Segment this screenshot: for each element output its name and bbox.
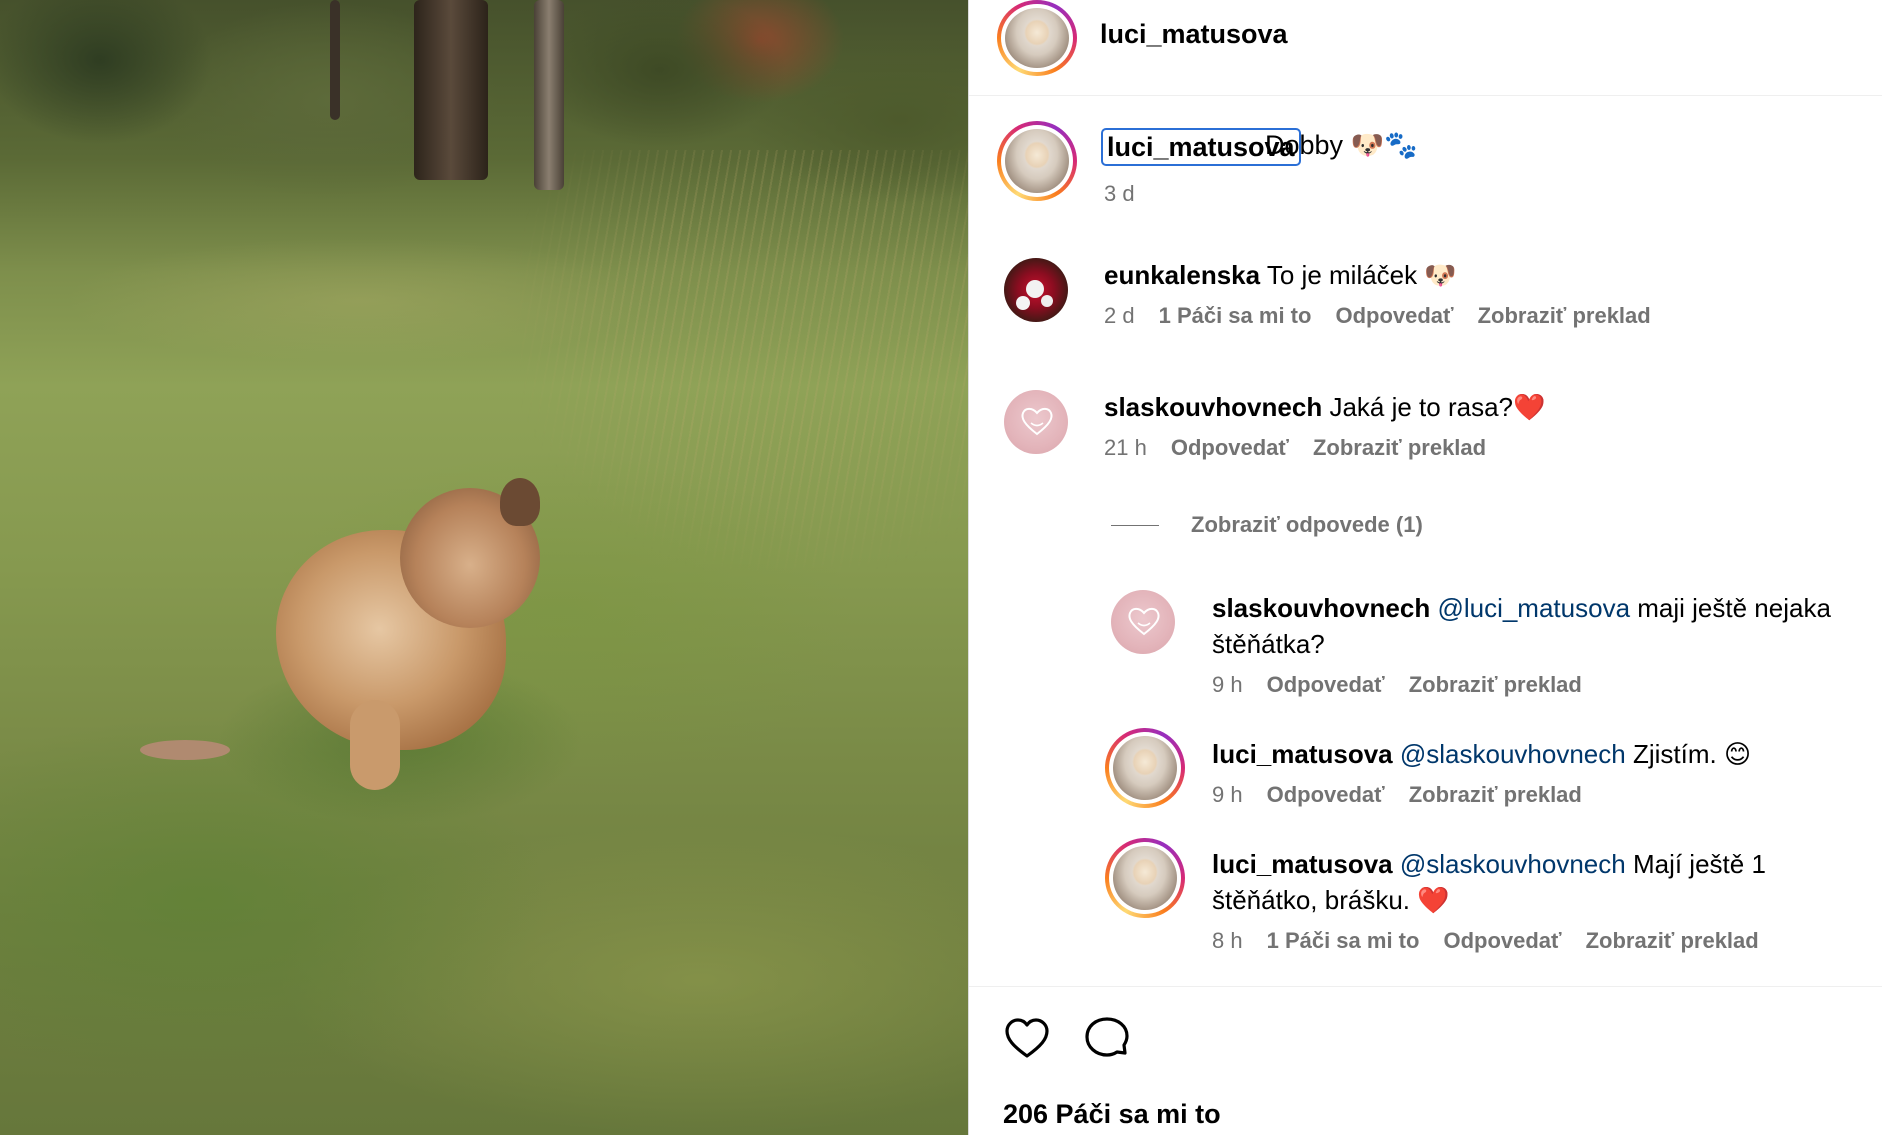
reply-text-line2: štěňátka? [1212,629,1325,659]
reply-text-line2: štěňátko, brášku. ❤️ [1212,885,1450,915]
view-replies-label: Zobraziť odpovede (1) [1191,512,1423,537]
reply-age: 8 h [1212,928,1243,953]
heart-doodle-icon [1021,407,1053,436]
reply-button[interactable]: Odpovedať [1267,672,1385,698]
photo-mushroom [140,740,230,760]
reply-text: maji ještě nejaka [1637,593,1831,623]
reply-mention[interactable]: @slaskouvhovnech [1400,849,1626,879]
photo-puppy-ear [500,478,540,526]
translate-button[interactable]: Zobraziť preklad [1409,782,1582,808]
reply-likes[interactable]: 1 Páči sa mi to [1267,928,1420,954]
photo-trunk [414,0,488,180]
view-replies-toggle[interactable]: Zobraziť odpovede (1) [1111,512,1423,538]
photo-trunk [330,0,340,120]
photo-trunk [534,0,564,190]
reply-avatar[interactable] [1105,838,1185,918]
translate-button[interactable]: Zobraziť preklad [1478,303,1651,329]
author-username[interactable]: luci_matusova [1100,19,1288,50]
reply-avatar[interactable] [1105,728,1185,808]
replies-line [1111,524,1159,526]
reply-avatar[interactable] [1111,590,1175,654]
reply-username[interactable]: luci_matusova [1212,739,1393,769]
reply: luci_matusova @slaskouvhovnech Zjistím. … [1212,736,1872,808]
comment: eunkalenska To je miláček 🐶 2 d 1 Páči s… [1104,257,1651,329]
comment-username[interactable]: slaskouvhovnech [1104,392,1322,422]
comment-text: To je miláček 🐶 [1266,260,1457,290]
comment-likes[interactable]: 1 Páči sa mi to [1159,303,1312,329]
translate-button[interactable]: Zobraziť preklad [1409,672,1582,698]
post-actions-bar: 206 Páči sa mi to [969,986,1882,1135]
reply-text: Zjistím. 😊 [1632,739,1752,769]
translate-button[interactable]: Zobraziť preklad [1586,928,1759,954]
speech-bubble-icon [1085,1017,1129,1057]
photo-dry-grass [520,150,968,570]
post-side-panel: luci_matusova luci_matusova Dobby 🐶🐾 3 d… [969,0,1882,1135]
reply-age: 9 h [1212,782,1243,807]
comment: slaskouvhovnech Jaká je to rasa?❤️ 21 h … [1104,389,1545,461]
post-header: luci_matusova [969,0,1882,96]
comment-button[interactable] [1083,1015,1131,1063]
reply-age: 9 h [1212,672,1243,697]
reply-username[interactable]: luci_matusova [1212,849,1393,879]
caption-avatar[interactable] [997,121,1077,201]
comment-age: 2 d [1104,303,1135,328]
reply-button[interactable]: Odpovedať [1171,435,1289,461]
heart-outline-icon [1005,1018,1049,1058]
caption-text: Dobby 🐶🐾 [1265,130,1418,160]
like-button[interactable] [1003,1015,1051,1063]
caption-age: 3 d [1104,181,1135,206]
comment-username[interactable]: eunkalenska [1104,260,1260,290]
comment-text: Jaká je to rasa?❤️ [1329,392,1546,422]
commenter-avatar[interactable] [1004,390,1068,454]
translate-button[interactable]: Zobraziť preklad [1313,435,1486,461]
reply: luci_matusova @slaskouvhovnech Mají ješt… [1212,846,1872,954]
reply: slaskouvhovnech @luci_matusova maji ješt… [1212,590,1872,698]
commenter-avatar[interactable] [1004,258,1068,322]
photo-puppy-leg [350,700,400,790]
post-photo[interactable] [0,0,968,1135]
reply-mention[interactable]: @slaskouvhovnech [1400,739,1626,769]
reply-button[interactable]: Odpovedať [1335,303,1453,329]
reply-button[interactable]: Odpovedať [1267,782,1385,808]
reply-mention[interactable]: @luci_matusova [1437,593,1630,623]
author-avatar[interactable] [997,0,1077,76]
reply-text: Mají ještě 1 [1632,849,1766,879]
heart-doodle-icon [1128,607,1160,636]
reply-username[interactable]: slaskouvhovnech [1212,593,1430,623]
reply-button[interactable]: Odpovedať [1443,928,1561,954]
comment-age: 21 h [1104,435,1147,460]
likes-count[interactable]: 206 Páči sa mi to [1003,1099,1221,1130]
